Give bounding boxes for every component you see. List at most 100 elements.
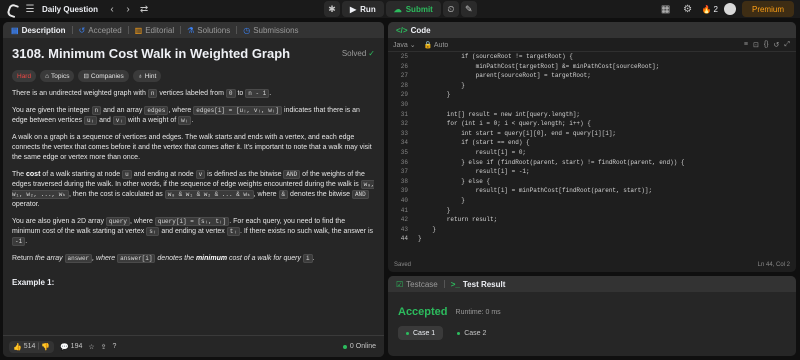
code-text[interactable]: result[i] = -1; xyxy=(412,167,530,177)
avatar[interactable] xyxy=(723,3,736,15)
code-text[interactable]: int[] result = new int[query.length]; xyxy=(412,110,580,120)
code-line[interactable]: 40 } xyxy=(388,196,796,206)
tab-test-result[interactable]: >_ Test Result xyxy=(447,276,510,292)
problem-title[interactable]: 3108. Minimum Cost Walk in Weighted Grap… xyxy=(12,46,290,61)
prev-problem-icon[interactable]: ‹ xyxy=(104,1,120,17)
flame-icon: 🔥 xyxy=(701,4,712,14)
code-text[interactable]: if (sourceRoot != targetRoot) { xyxy=(412,52,573,62)
code-text[interactable]: if (start == end) { xyxy=(412,138,529,148)
bookmark-icon[interactable]: ⊡ xyxy=(753,41,759,49)
solved-label: Solved xyxy=(341,49,367,58)
code-text[interactable]: for (int i = 0; i < query.length; i++) { xyxy=(412,119,591,129)
share-icon[interactable]: ⇪ xyxy=(101,343,107,351)
code-text[interactable]: } xyxy=(412,196,465,206)
code-line[interactable]: 30 xyxy=(388,100,796,110)
autocomplete-toggle[interactable]: 🔒 Auto xyxy=(424,41,449,49)
code-text[interactable]: } xyxy=(412,206,451,216)
code-text[interactable]: } xyxy=(412,234,422,244)
code-editor[interactable]: 25 if (sourceRoot != targetRoot) {26 min… xyxy=(388,52,796,248)
code-text[interactable]: return result; xyxy=(412,215,497,225)
code-text[interactable]: } xyxy=(412,81,465,91)
code-line[interactable]: 44} xyxy=(388,234,796,244)
tab-accepted[interactable]: ↺ Accepted xyxy=(75,22,126,38)
code-line[interactable]: 38 } else { xyxy=(388,177,796,187)
premium-button[interactable]: Premium xyxy=(741,1,794,17)
code-line[interactable]: 37 result[i] = -1; xyxy=(388,167,796,177)
code-text[interactable]: minPathCost[targetRoot] &= minPathCost[s… xyxy=(412,62,660,72)
debug-icon[interactable]: ✱ xyxy=(324,1,340,17)
question-icon[interactable]: ? xyxy=(113,343,117,350)
thumbs-down-icon[interactable]: 👎 xyxy=(41,343,50,351)
hint-chip[interactable]: ♁ Hint xyxy=(132,70,162,82)
layout-grid-icon[interactable]: ▦ xyxy=(658,1,674,17)
code-line[interactable]: 26 minPathCost[targetRoot] &= minPathCos… xyxy=(388,62,796,72)
difficulty-badge[interactable]: Hard xyxy=(12,70,37,82)
play-icon: ▶ xyxy=(350,4,357,14)
notes-icon[interactable]: ✎ xyxy=(460,1,477,17)
code-line[interactable]: 34 if (start == end) { xyxy=(388,138,796,148)
code-line[interactable]: 33 int start = query[i][0], end = query[… xyxy=(388,129,796,139)
code-line[interactable]: 27 parent[sourceRoot] = targetRoot; xyxy=(388,71,796,81)
next-problem-icon[interactable]: › xyxy=(120,1,136,17)
code-line[interactable]: 42 return result; xyxy=(388,215,796,225)
code-line[interactable]: 31 int[] result = new int[query.length]; xyxy=(388,110,796,120)
case-tab-1[interactable]: Case 1 xyxy=(398,326,444,340)
code-line[interactable]: 35 result[i] = 0; xyxy=(388,148,796,158)
online-dot-icon xyxy=(342,344,347,349)
code-line[interactable]: 43 } xyxy=(388,225,796,235)
case-label: Case 1 xyxy=(413,329,436,337)
code-text[interactable]: parent[sourceRoot] = targetRoot; xyxy=(412,71,591,81)
run-button[interactable]: ▶ Run xyxy=(342,1,384,17)
submit-button[interactable]: ☁ Submit xyxy=(385,1,441,17)
runtime-label: Runtime: 0 ms xyxy=(455,308,501,316)
shuffle-icon[interactable]: ⇄ xyxy=(136,1,152,17)
streak-counter[interactable]: 🔥 2 xyxy=(702,5,718,14)
code-text[interactable]: } xyxy=(412,225,436,235)
line-number: 26 xyxy=(400,62,408,70)
tab-submissions[interactable]: ◷ Submissions xyxy=(239,22,302,38)
case-tab-2[interactable]: Case 2 xyxy=(449,326,494,340)
reset-icon[interactable]: ↺ xyxy=(774,41,780,49)
star-icon[interactable]: ☆ xyxy=(88,343,94,351)
align-icon[interactable]: ≡ xyxy=(744,41,748,49)
fullscreen-icon[interactable]: ⤢ xyxy=(784,41,790,49)
check-circle-icon: ✓ xyxy=(368,49,375,58)
companies-chip[interactable]: ⊟ Companies xyxy=(78,70,129,82)
tab-testcase[interactable]: ☑ Testcase xyxy=(392,276,442,292)
code-text[interactable]: } else if (findRoot(parent, start) != fi… xyxy=(412,158,684,168)
leetcode-logo-icon[interactable] xyxy=(6,3,18,15)
braces-icon[interactable]: {} xyxy=(764,41,769,49)
problem-list-title[interactable]: Daily Question xyxy=(42,5,98,14)
line-number: 43 xyxy=(400,225,408,233)
code-line[interactable]: 36 } else if (findRoot(parent, start) !=… xyxy=(388,158,796,168)
settings-gear-icon[interactable]: ⚙ xyxy=(680,1,696,17)
description-paragraph: The cost of a walk starting at node u an… xyxy=(12,170,375,208)
code-text[interactable] xyxy=(412,100,418,110)
tab-divider xyxy=(180,26,182,34)
description-footer: 👍 514 | 👎 💬 194 ☆ ⇪ ? 0 Online xyxy=(3,335,384,357)
code-text[interactable]: int start = query[i][0], end = query[i][… xyxy=(412,129,616,139)
comments-button[interactable]: 💬 194 xyxy=(60,343,82,351)
code-line[interactable]: 29 } xyxy=(388,90,796,100)
example-heading: Example 1: xyxy=(12,278,55,287)
code-line[interactable]: 39 result[i] = minPathCost[findRoot(pare… xyxy=(388,186,796,196)
code-text[interactable]: } xyxy=(412,90,451,100)
tab-solutions[interactable]: ⚗ Solutions xyxy=(183,22,234,38)
language-select[interactable]: Java ⌄ xyxy=(393,41,416,49)
code-line[interactable]: 28 } xyxy=(388,81,796,91)
like-button[interactable]: 👍 514 | 👎 xyxy=(9,340,54,353)
tab-description[interactable]: ▤ Description xyxy=(7,22,70,38)
tab-editorial[interactable]: ▥ Editorial xyxy=(131,22,178,38)
topics-chip[interactable]: ⌂ Topics xyxy=(40,70,75,82)
code-text[interactable]: result[i] = minPathCost[findRoot(parent,… xyxy=(412,186,652,196)
flask-icon: ⚗ xyxy=(187,25,195,35)
problem-list-icon[interactable]: ☰ xyxy=(22,1,38,17)
timer-icon[interactable]: ⏲ xyxy=(442,1,459,17)
code-line[interactable]: 32 for (int i = 0; i < query.length; i++… xyxy=(388,119,796,129)
code-line[interactable]: 41 } xyxy=(388,206,796,216)
description-paragraph: You are given the integer n and an array… xyxy=(12,106,360,125)
code-text[interactable]: result[i] = 0; xyxy=(412,148,526,158)
code-text[interactable]: } else { xyxy=(412,177,490,187)
tab-code[interactable]: </> Code xyxy=(392,22,435,38)
code-line[interactable]: 25 if (sourceRoot != targetRoot) { xyxy=(388,52,796,62)
